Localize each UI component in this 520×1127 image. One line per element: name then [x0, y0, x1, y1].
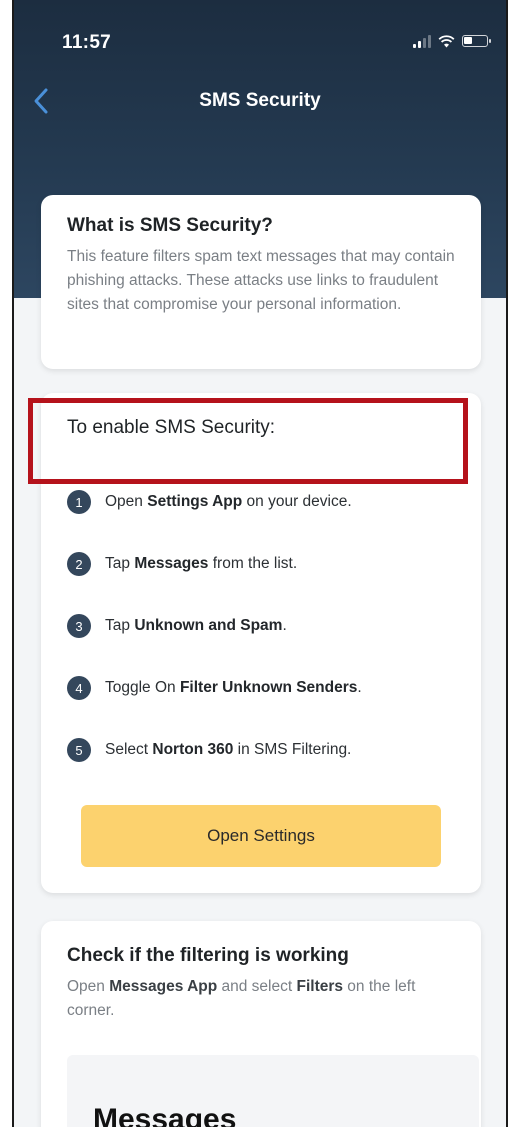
step-item: 5 Select Norton 360 in SMS Filtering.	[67, 719, 455, 781]
status-time: 11:57	[62, 32, 112, 53]
info-card-title: What is SMS Security?	[67, 215, 273, 236]
wifi-icon	[438, 34, 455, 47]
phone-screen: 11:57 SMS Security What is SMS Security?…	[12, 0, 508, 1127]
preview-messages-title: Messages	[93, 1103, 237, 1127]
status-icons	[413, 34, 491, 48]
step-number-badge: 5	[67, 738, 91, 762]
step-number-badge: 4	[67, 676, 91, 700]
step-text: Tap Unknown and Spam.	[105, 617, 287, 634]
check-card-description: Open Messages App and select Filters on …	[67, 978, 416, 1019]
messages-preview-image: Messages	[67, 1055, 479, 1127]
step-text: Tap Messages from the list.	[105, 555, 298, 572]
status-bar: 11:57	[14, 0, 506, 80]
open-settings-button[interactable]: Open Settings	[81, 805, 441, 867]
info-card: What is SMS Security? This feature filte…	[41, 195, 481, 369]
info-card-description: This feature filters spam text messages …	[67, 248, 455, 313]
step-item: 4 Toggle On Filter Unknown Senders.	[67, 657, 455, 719]
cellular-signal-icon	[413, 34, 431, 48]
check-card-title: Check if the filtering is working	[67, 945, 349, 966]
step-number-badge: 1	[67, 490, 91, 514]
step-text: Toggle On Filter Unknown Senders.	[105, 679, 362, 696]
check-card: Check if the filtering is working Open M…	[41, 921, 481, 1127]
page-title: SMS Security	[199, 90, 321, 111]
navigation-bar: SMS Security	[14, 80, 506, 124]
battery-icon	[462, 35, 491, 47]
step-text: Open Settings App on your device.	[105, 493, 352, 510]
step-text: Select Norton 360 in SMS Filtering.	[105, 741, 352, 758]
step-number-badge: 2	[67, 552, 91, 576]
step-item: 2 Tap Messages from the list.	[67, 533, 455, 595]
highlight-box	[28, 398, 468, 484]
step-number-badge: 3	[67, 614, 91, 638]
steps-list: 1 Open Settings App on your device. 2 Ta…	[67, 471, 455, 781]
step-item: 3 Tap Unknown and Spam.	[67, 595, 455, 657]
